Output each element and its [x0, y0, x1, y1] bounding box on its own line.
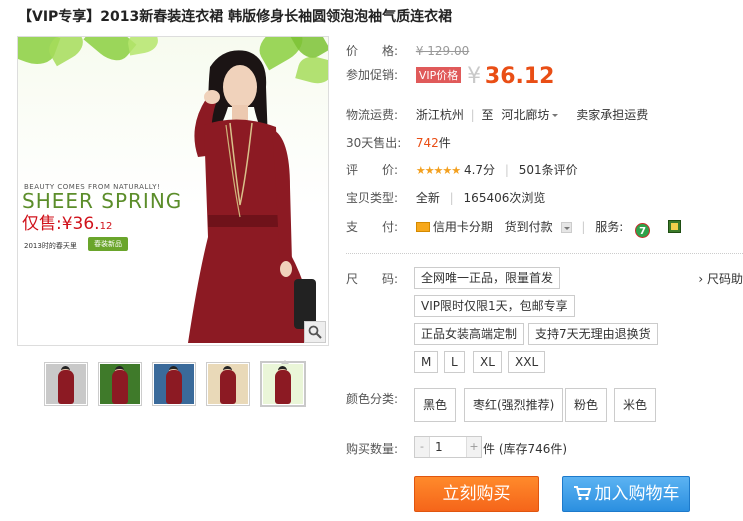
shipping-label: 物流运费: — [346, 108, 399, 122]
chevron-down-icon — [552, 114, 559, 117]
cart-icon — [573, 486, 591, 501]
promo-row: 参加促销: VIP价格 ¥ 36.12 — [346, 64, 554, 89]
sales-count: 742 — [415, 136, 439, 150]
color-label: 颜色分类: — [346, 392, 399, 406]
ship-to-select[interactable]: 河北廊坊 — [501, 108, 559, 122]
item-condition: 全新 — [415, 191, 440, 205]
payment-label: 支 付: — [346, 220, 399, 234]
promo-label: 参加促销: — [346, 68, 399, 82]
thumbnail[interactable] — [206, 362, 250, 406]
size-tag[interactable]: 全网唯一正品，限量首发 — [414, 267, 561, 289]
chevron-down-icon[interactable] — [560, 222, 572, 233]
quantity-label-row: 购买数量: — [346, 440, 412, 457]
size-option-xxl[interactable]: XXL — [508, 351, 546, 373]
color-option-beige[interactable]: 米色 — [614, 388, 657, 422]
seven-day-return-icon[interactable]: 7 — [635, 223, 651, 238]
size-tag[interactable]: 正品女装高端定制 — [414, 323, 525, 345]
item-type-label: 宝贝类型: — [346, 191, 399, 205]
buy-now-label: 立刻购买 — [442, 484, 511, 504]
original-price: ¥ 129.00 — [415, 44, 470, 58]
size-option-l[interactable]: L — [444, 351, 465, 373]
section-divider — [346, 253, 743, 254]
service-label: 服务: — [595, 220, 624, 234]
size-tag[interactable]: 支持7天无理由退换货 — [528, 323, 658, 345]
color-option-pink[interactable]: 粉色 — [565, 388, 608, 422]
credit-installment[interactable]: 信用卡分期 — [415, 220, 493, 234]
price-label: 价 格: — [346, 44, 399, 58]
quantity-input[interactable]: 1 — [429, 437, 467, 457]
magnifier-icon[interactable] — [304, 321, 326, 343]
quantity-label: 购买数量: — [346, 442, 399, 456]
thumbnail[interactable] — [98, 362, 142, 406]
color-option-black[interactable]: 黑色 — [414, 388, 457, 422]
thumbnail[interactable] — [44, 362, 88, 406]
payment-row: 支 付: 信用卡分期 货到付款 | 服务: 7 — [346, 218, 681, 238]
leaf-decoration — [126, 37, 160, 56]
product-title: 【VIP专享】2013新春装连衣裙 韩版修身长袖圆领泡泡袖气质连衣裙 — [18, 9, 453, 25]
main-product-image[interactable]: BEAUTY COMES FROM NATURALLY! SHEER SPRIN… — [17, 36, 329, 346]
credit-installment-label: 信用卡分期 — [432, 220, 493, 234]
divider: | — [581, 220, 586, 234]
currency-symbol: ¥ — [467, 64, 482, 89]
promo-price: 仅售:¥36.12 — [22, 209, 112, 234]
size-label: 尺 码: — [346, 272, 399, 286]
credit-card-icon — [415, 222, 430, 232]
divider: | — [449, 191, 454, 205]
promo-price-cents: 12 — [99, 221, 113, 232]
divider: | — [470, 108, 475, 122]
item-type-row: 宝贝类型: 全新 | 165406次浏览 — [346, 189, 545, 206]
color-label-row: 颜色分类: — [346, 390, 412, 407]
model-figure — [188, 50, 318, 343]
divider: | — [504, 163, 509, 177]
size-guide-link[interactable]: › 尺码助 — [698, 270, 743, 287]
promo-price-main: 仅售:¥36. — [22, 214, 100, 234]
price-row: 价 格: ¥ 129.00 — [346, 42, 469, 59]
shipping-row: 物流运费: 浙江杭州 | 至 河北廊坊 卖家承担运费 — [346, 106, 648, 123]
cod-label: 货到付款 — [504, 220, 553, 234]
size-label-row: 尺 码: — [346, 270, 412, 287]
promo-price-value: 36.12 — [484, 64, 555, 89]
quantity-plus-button[interactable]: + — [467, 437, 481, 457]
color-option-red[interactable]: 枣红(强烈推荐) — [464, 388, 564, 422]
thumbnail[interactable] — [152, 362, 196, 406]
size-tag[interactable]: VIP限时仅限1天，包邮专享 — [414, 295, 575, 317]
add-to-cart-button[interactable]: 加入购物车 — [562, 476, 690, 512]
thumbnail-strip — [44, 360, 306, 407]
promo-badge: 春装新品 — [88, 237, 128, 251]
thumbnail-active[interactable] — [260, 360, 306, 407]
promo-season: 2013时的春天里 — [24, 242, 77, 250]
rating-row: 评 价: ★★★★★ 4.7分 | 501条评价 — [346, 161, 578, 178]
ship-from: 浙江杭州 — [415, 108, 464, 122]
size-option-m[interactable]: M — [414, 351, 439, 373]
ship-to-value: 河北廊坊 — [501, 108, 550, 122]
sales-label: 30天售出: — [346, 136, 402, 150]
stock-info: 件 (库存746件) — [483, 442, 568, 456]
review-count-link[interactable]: 501条评价 — [519, 163, 578, 177]
rating-score: 4.7分 — [463, 163, 496, 177]
shipping-fee: 卖家承担运费 — [576, 108, 649, 122]
vip-price-tag: VIP价格 — [415, 67, 462, 83]
view-count: 165406次浏览 — [463, 191, 546, 205]
guarantee-icon[interactable] — [667, 220, 681, 233]
quantity-minus-button[interactable]: - — [415, 437, 429, 457]
add-to-cart-label: 加入购物车 — [594, 484, 680, 504]
size-option-xl[interactable]: XL — [473, 351, 502, 373]
sales-unit: 件 — [438, 136, 451, 150]
star-rating-icon: ★★★★★ — [415, 164, 461, 177]
rating-label: 评 价: — [346, 163, 399, 177]
ship-to-prefix: 至 — [481, 108, 494, 122]
sales-row: 30天售出: 742件 — [346, 134, 451, 151]
quantity-stepper: - 1 + — [414, 436, 482, 458]
buy-now-button[interactable]: 立刻购买 — [414, 476, 539, 512]
